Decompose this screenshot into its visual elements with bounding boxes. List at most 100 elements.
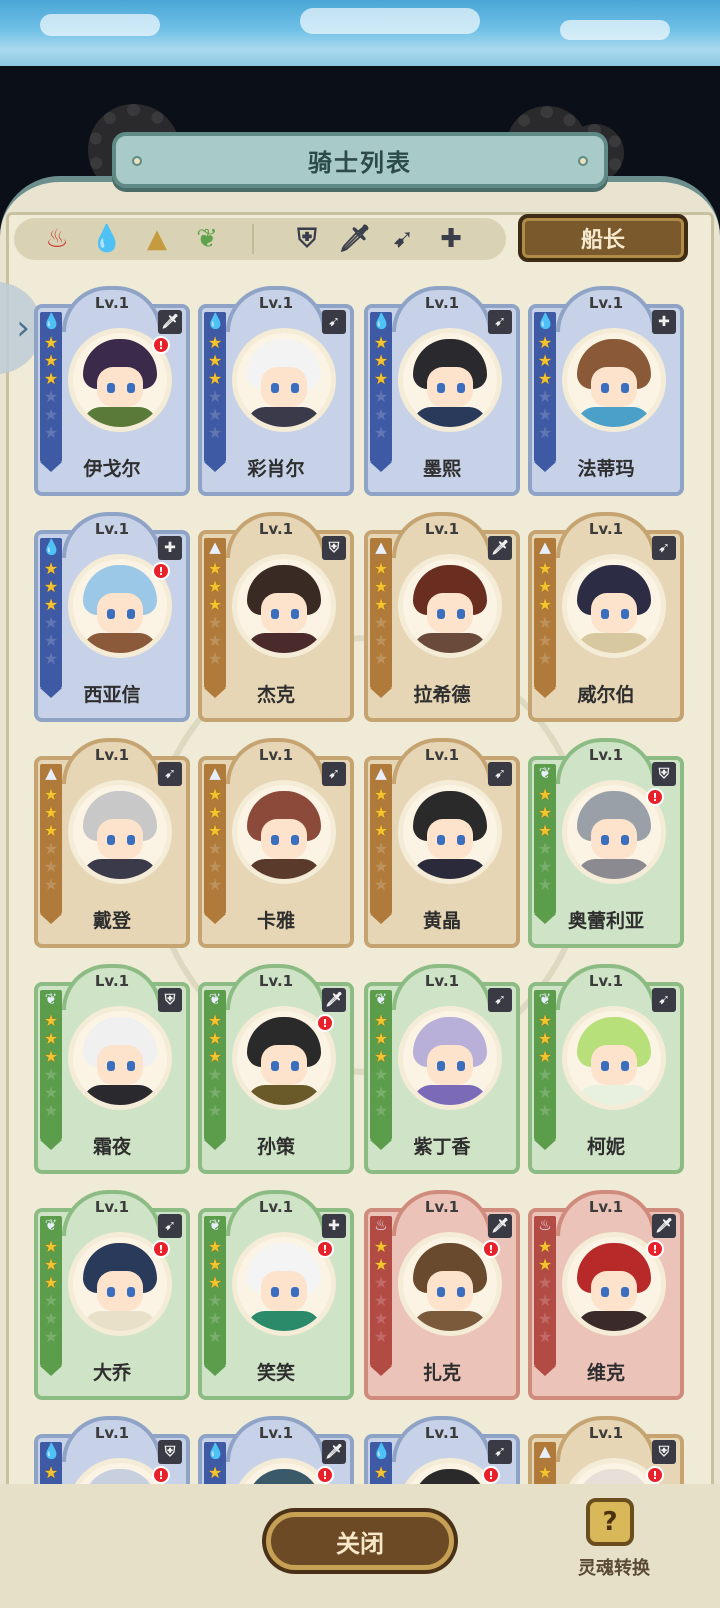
star-rating: ★★★★★★ [206,1012,224,1120]
portrait-face [261,819,307,859]
star-icon: ★ [43,1255,59,1274]
sword-class-icon[interactable]: 🗡 [338,222,372,256]
water-element-icon: 💧 [42,538,61,556]
knight-card[interactable]: 💧 ★★★★★★ 🗡 Lv.1! [198,1416,354,1484]
alert-badge-icon: ! [316,1240,334,1258]
star-rating: ★★★★★★ [42,1238,60,1346]
knight-card[interactable]: 💧 ★ ★ ★ ★ ★ ★ ✚ Lv.1! 西亚信 [34,512,190,722]
portrait-hair [247,1469,321,1484]
knight-card[interactable]: 💧 ★ ★ ★ ★ ★ ★ ✚ Lv.1 法蒂玛 [528,286,684,496]
captain-button[interactable]: 船长 [518,214,688,262]
portrait-face [261,593,307,633]
knight-card[interactable]: ▲ ★★★★★★ ⛨ Lv.1! [528,1416,684,1484]
shield-class-icon[interactable]: ⛨ [290,222,324,256]
knight-card[interactable]: ❦ ★ ★ ★ ★ ★ ★ ➹ Lv.1! 大乔 [34,1190,190,1400]
star-icon: ★ [207,1255,223,1274]
sword-class-icon: 🗡 [322,1440,346,1464]
knight-portrait [398,554,502,658]
portrait-eye [291,609,299,619]
knight-card[interactable]: ▲ ★ ★ ★ ★ ★ ★ ➹ Lv.1 卡雅 [198,738,354,948]
portrait-face [97,593,143,633]
star-rating: ★★★★★★ [206,560,224,668]
star-icon: ★ [207,1047,223,1066]
portrait-eye [271,383,279,393]
star-icon: ★ [43,577,59,596]
knight-card[interactable]: ▲ ★ ★ ★ ★ ★ ★ 🗡 Lv.1 拉希德 [364,512,520,722]
earth-element-icon[interactable]: ▲ [140,222,174,256]
star-icon: ★ [373,405,389,424]
bow-class-icon: ➹ [652,536,676,560]
knight-card[interactable]: ❦ ★ ★ ★ ★ ★ ★ ⛨ Lv.1 霜夜 [34,964,190,1174]
star-icon: ★ [43,631,59,650]
knight-card[interactable]: ▲ ★ ★ ★ ★ ★ ★ ➹ Lv.1 威尔伯 [528,512,684,722]
knight-card[interactable]: ❦ ★ ★ ★ ★ ★ ★ 🗡 Lv.1! 孙策 [198,964,354,1174]
knight-card[interactable]: ❦ ★ ★ ★ ★ ★ ★ ➹ Lv.1 柯妮 [528,964,684,1174]
star-icon: ★ [537,631,553,650]
knight-card[interactable]: ▲ ★ ★ ★ ★ ★ ★ ➹ Lv.1 黄晶 [364,738,520,948]
star-icon: ★ [207,613,223,632]
knight-name: 伊戈尔 [83,458,141,480]
portrait-eye [621,835,629,845]
bow-class-icon[interactable]: ➹ [386,222,420,256]
earth-element-icon: ▲ [539,538,551,556]
knight-card[interactable]: ▲ ★ ★ ★ ★ ★ ★ ⛨ Lv.1 杰克 [198,512,354,722]
knight-portrait [398,780,502,884]
knight-card[interactable]: 💧 ★ ★ ★ ★ ★ ★ 🗡 Lv.1! 伊戈尔 [34,286,190,496]
level-label: Lv.1 [258,972,294,990]
healer-class-icon[interactable]: ✚ [434,222,468,256]
star-icon: ★ [373,1101,389,1120]
wind-element-icon[interactable]: ❦ [190,222,224,256]
star-icon: ★ [537,803,553,822]
portrait-eye [127,383,135,393]
star-icon: ★ [373,649,389,668]
sky-background [0,0,720,66]
star-icon: ★ [537,559,553,578]
star-icon: ★ [537,1237,553,1256]
portrait-eye [437,383,445,393]
knight-card[interactable]: ♨ ★ ★ ★ ★ ★ ★ 🗡 Lv.1! 维克 [528,1190,684,1400]
level-label: Lv.1 [258,1424,294,1442]
knight-card[interactable]: ❦ ★ ★ ★ ★ ★ ★ ➹ Lv.1 紫丁香 [364,964,520,1174]
wind-element-icon: ❦ [538,764,552,782]
star-icon: ★ [207,1065,223,1084]
alert-badge-icon: ! [152,336,170,354]
water-element-icon: 💧 [42,1442,61,1460]
level-label: Lv.1 [424,1198,460,1216]
close-button[interactable]: 关闭 [266,1512,454,1570]
knight-card[interactable]: ♨ ★ ★ ★ ★ ★ ★ 🗡 Lv.1! 扎克 [364,1190,520,1400]
healer-class-icon: ✚ [322,1214,346,1238]
portrait-eye [127,609,135,619]
star-icon: ★ [207,405,223,424]
star-rating: ★★★★★★ [536,1238,554,1346]
shield-class-icon: ⛨ [158,1440,182,1464]
bow-class-icon: ➹ [488,988,512,1012]
shield-class-icon: ⛨ [158,988,182,1012]
soul-convert-icon[interactable]: ? [586,1498,634,1546]
knight-card[interactable]: ❦ ★ ★ ★ ★ ★ ★ ⛨ Lv.1! 奥蕾利亚 [528,738,684,948]
star-icon: ★ [207,1463,223,1482]
water-element-icon[interactable]: 💧 [90,222,124,256]
star-icon: ★ [373,369,389,388]
star-icon: ★ [207,875,223,894]
knight-name: 黄晶 [422,910,461,932]
knight-portrait [562,554,666,658]
knight-name: 奥蕾利亚 [567,910,644,932]
knight-card[interactable]: 💧 ★ ★ ★ ★ ★ ★ ➹ Lv.1 墨熙 [364,286,520,496]
knight-card[interactable]: 💧 ★★★★★★ ➹ Lv.1! [364,1416,520,1484]
portrait-face [427,819,473,859]
knight-card[interactable]: ▲ ★ ★ ★ ★ ★ ★ ➹ Lv.1 戴登 [34,738,190,948]
star-icon: ★ [43,803,59,822]
portrait-face [427,1045,473,1085]
sword-class-icon: 🗡 [652,1214,676,1238]
fire-element-icon[interactable]: ♨ [40,222,74,256]
knight-card[interactable]: 💧 ★ ★ ★ ★ ★ ★ ➹ Lv.1 彩肖尔 [198,286,354,496]
water-element-icon: 💧 [536,312,555,330]
star-icon: ★ [537,857,553,876]
star-icon: ★ [537,613,553,632]
star-icon: ★ [43,1011,59,1030]
knight-card[interactable]: 💧 ★★★★★★ ⛨ Lv.1! [34,1416,190,1484]
soul-convert-label[interactable]: 灵魂转换 [578,1554,678,1580]
knight-card[interactable]: ❦ ★ ★ ★ ★ ★ ★ ✚ Lv.1! 笑笑 [198,1190,354,1400]
star-icon: ★ [43,839,59,858]
knight-grid: 💧 ★ ★ ★ ★ ★ ★ 🗡 Lv.1! 伊戈尔 💧 ★ ★ ★ ★ ★ ★ ➹ Lv.1 彩肖尔 💧 ★ ★ ★ ★ ★ ★ ➹ L… [0,286,720,1484]
